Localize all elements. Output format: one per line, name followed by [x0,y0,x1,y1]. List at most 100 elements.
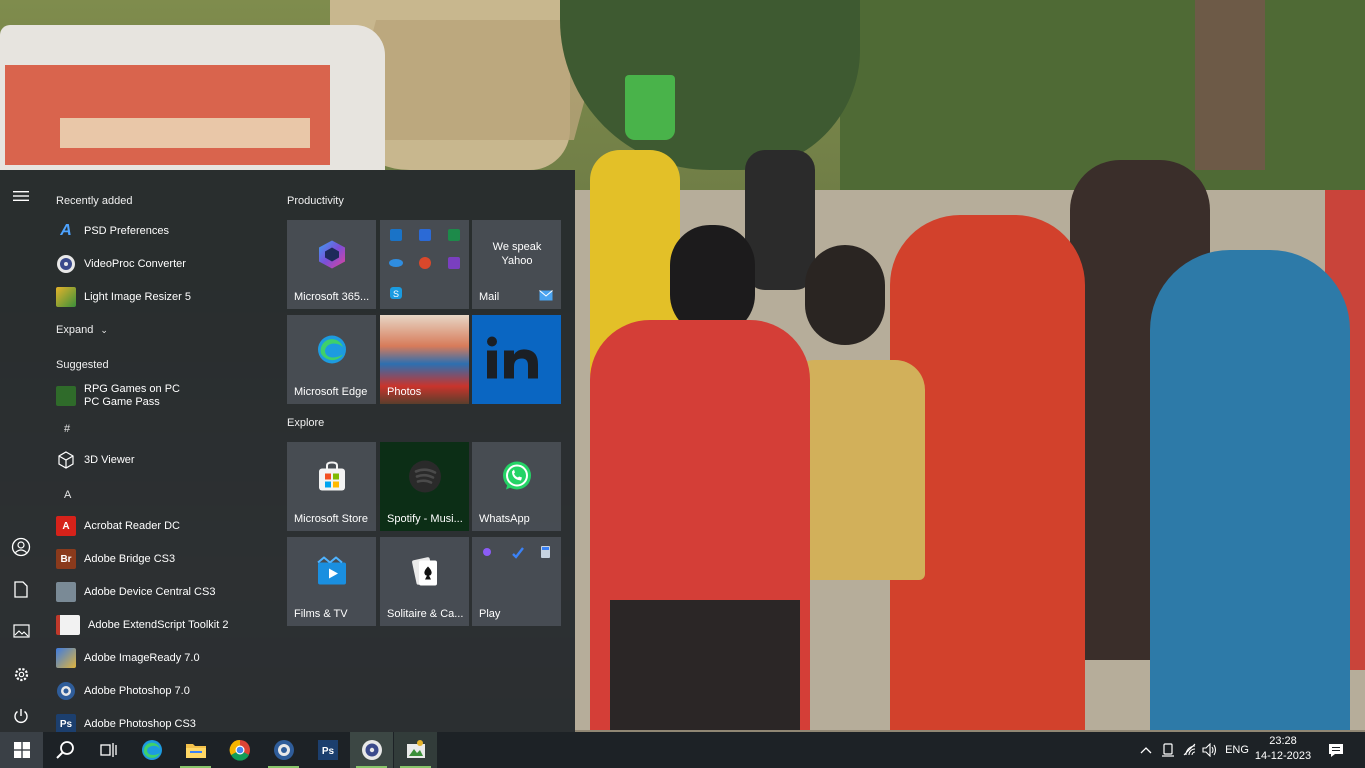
tile-spotify[interactable]: Spotify - Musi... [380,442,469,531]
adobe-imageready-icon [56,648,76,668]
notification-icon [1329,743,1343,757]
acrobat-icon: A [56,516,76,536]
action-center-button[interactable] [1322,732,1350,768]
show-hidden-icons-button[interactable] [1136,732,1156,768]
pictures-button[interactable] [0,611,42,651]
taskbar-chrome[interactable] [218,732,261,768]
tile-microsoft-edge[interactable]: Microsoft Edge [287,315,376,404]
tile-office-apps-folder[interactable]: S [380,220,469,309]
hamburger-icon [13,191,29,201]
start-menu: Recently added A PSD Preferences VideoPr… [0,170,575,732]
app-adobe-imageready[interactable]: Adobe ImageReady 7.0 [56,643,274,673]
edge-icon [316,334,348,371]
search-button[interactable] [43,732,86,768]
suggested-line2: PC Game Pass [84,396,160,408]
volume-button[interactable] [1200,732,1220,768]
app-adobe-extendscript[interactable]: Adobe ExtendScript Toolkit 2 [56,610,274,640]
expand-button[interactable]: Expand ⌄ [56,324,108,336]
suggested-heading: Suggested [56,359,109,371]
cube-icon [56,450,76,470]
chevron-down-icon: ⌄ [100,325,108,335]
folder-icon [185,744,206,758]
taskbar-edge[interactable] [130,732,173,768]
spotify-icon [408,460,442,499]
xbox-game-pass-icon [56,386,76,406]
productivity-group-title: Productivity [287,195,344,207]
videoproc-icon [56,254,76,274]
network-button[interactable] [1180,732,1200,768]
settings-button[interactable] [0,654,42,694]
app-3d-viewer[interactable]: 3D Viewer [56,445,274,475]
app-light-image-resizer[interactable]: Light Image Resizer 5 [56,282,274,312]
app-list: Recently added A PSD Preferences VideoPr… [42,170,274,732]
documents-button[interactable] [0,569,42,609]
light-image-resizer-icon [56,287,76,307]
letter-hash[interactable]: # [64,423,70,435]
suggested-rpg-games[interactable]: RPG Games on PC PC Game Pass [56,380,274,412]
svg-text:Ps: Ps [321,746,334,757]
hamburger-menu-button[interactable] [0,176,42,216]
input-language-button[interactable]: ENG [1222,732,1252,768]
tile-microsoft-store[interactable]: Microsoft Store [287,442,376,531]
edge-icon [141,740,162,760]
task-view-icon [99,743,117,757]
tile-linkedin[interactable] [472,315,561,404]
adobe-photoshop-cs3-icon: Ps [56,714,76,732]
recently-added-heading: Recently added [56,195,133,207]
chrome-icon [229,739,250,761]
tile-photos[interactable]: Photos [380,315,469,404]
clock-date: 14-12-2023 [1254,750,1312,762]
taskbar-file-explorer[interactable] [174,732,217,768]
taskbar-photoshop-cs3[interactable]: Ps [306,732,349,768]
adobe-device-central-icon [56,582,76,602]
app-adobe-bridge[interactable]: Br Adobe Bridge CS3 [56,544,274,574]
wifi-icon [1183,743,1196,756]
videoproc-icon [361,740,382,760]
tile-films-tv[interactable]: Films & TV [287,537,376,626]
taskbar-photoshop-7[interactable] [262,732,305,768]
play-folder-icons [483,546,550,559]
tile-mail[interactable]: We speak Yahoo Mail [472,220,561,309]
tile-play-folder[interactable]: Play [472,537,561,626]
taskbar: Ps ENG 23:28 14-12-2023 [0,732,1365,768]
device-icon [1162,743,1174,757]
explore-group-title: Explore [287,417,325,429]
tile-solitaire[interactable]: Solitaire & Ca... [380,537,469,626]
start-button[interactable] [0,732,43,768]
taskbar-videoproc[interactable] [350,732,393,768]
user-account-button[interactable] [0,527,42,567]
adobe-extendscript-icon [56,615,80,635]
light-image-resizer-icon [406,740,425,758]
app-psd-preferences[interactable]: A PSD Preferences [56,216,274,246]
tile-whatsapp[interactable]: WhatsApp [472,442,561,531]
document-icon [14,580,28,598]
adobe-bridge-icon: Br [56,549,76,569]
adobe-photoshop-7-icon [56,681,76,701]
letter-a[interactable]: A [64,489,71,501]
whatsapp-icon [500,460,534,499]
app-videoproc-converter[interactable]: VideoProc Converter [56,249,274,279]
chevron-up-icon [1140,747,1152,754]
start-rail [0,170,42,732]
app-adobe-photoshop-7[interactable]: Adobe Photoshop 7.0 [56,676,274,706]
clock-button[interactable]: 23:28 14-12-2023 [1253,734,1313,764]
linkedin-icon [482,332,552,387]
tray-device-button[interactable] [1158,732,1178,768]
psd-preferences-icon: A [60,222,72,239]
pictures-icon [12,624,30,638]
power-icon [14,709,28,723]
solitaire-icon [408,555,442,594]
app-adobe-device-central[interactable]: Adobe Device Central CS3 [56,577,274,607]
gear-icon [14,667,28,681]
task-view-button[interactable] [86,732,129,768]
microsoft-365-icon [316,239,348,276]
taskbar-light-image-resizer[interactable] [394,732,437,768]
svg-text:S: S [393,289,399,299]
office-apps-folder-icon: S [389,229,460,299]
app-acrobat-reader[interactable]: A Acrobat Reader DC [56,511,274,541]
suggested-line1: RPG Games on PC [84,383,180,395]
clock-time: 23:28 [1269,735,1297,747]
app-adobe-photoshop-cs3[interactable]: Ps Adobe Photoshop CS3 [56,709,274,732]
tile-microsoft-365[interactable]: Microsoft 365... [287,220,376,309]
power-button[interactable] [0,696,42,736]
